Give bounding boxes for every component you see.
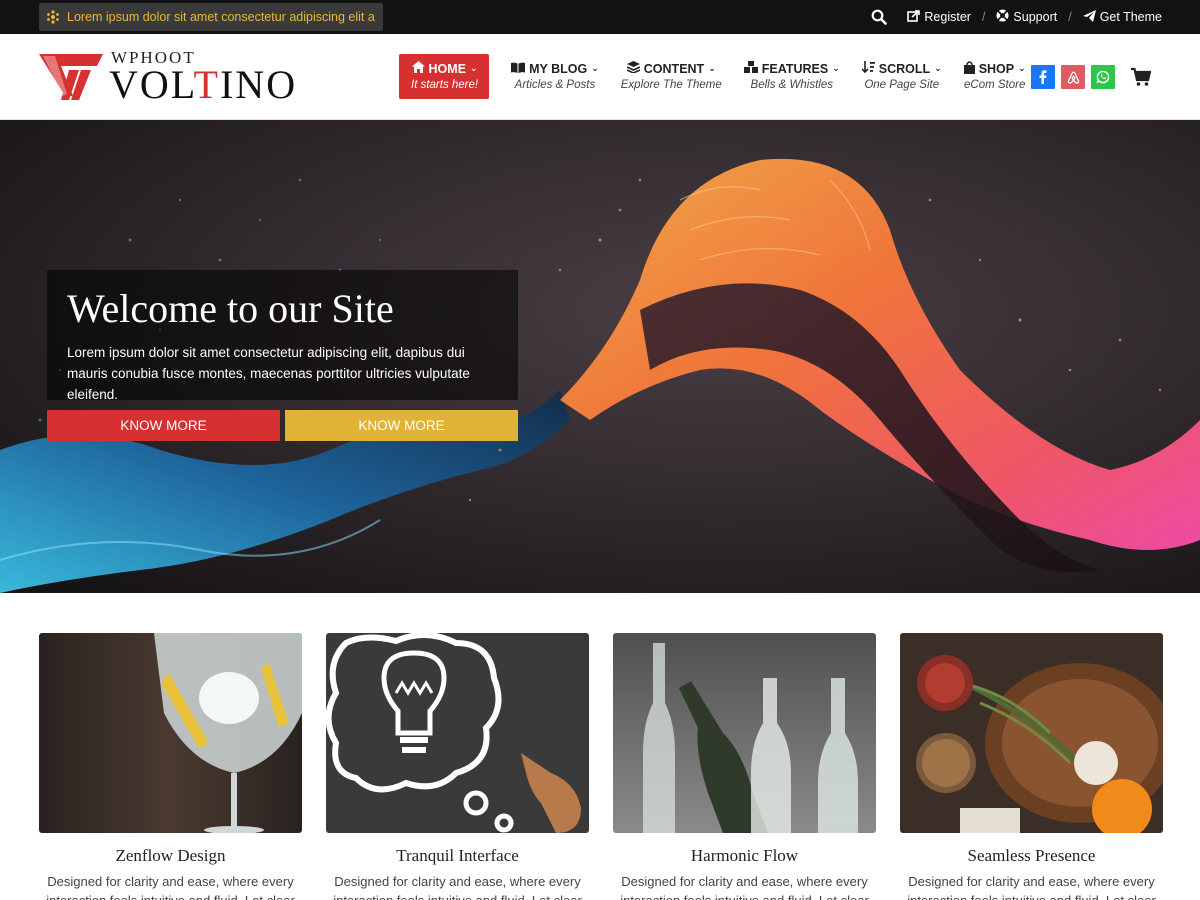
nav-label: SCROLL: [878, 61, 931, 76]
support-link[interactable]: Support: [996, 9, 1057, 25]
nav-sublabel: Articles & Posts: [514, 79, 596, 91]
know-more-button-secondary[interactable]: KNOW MORE: [285, 410, 518, 441]
nav-sublabel: Explore The Theme: [620, 79, 722, 91]
cart-icon[interactable]: [1131, 67, 1152, 87]
logo-title-part: VOL: [109, 62, 194, 107]
get-theme-link[interactable]: Get Theme: [1082, 9, 1162, 25]
nav-label: SHOP: [978, 61, 1015, 76]
nav-sublabel: One Page Site: [864, 79, 940, 91]
logo-title: VOLTINO: [109, 65, 297, 105]
know-more-button[interactable]: KNOW MORE: [47, 410, 280, 441]
facebook-icon[interactable]: [1031, 65, 1055, 89]
announcement-badge: Lorem ipsum dolor sit amet consectetur a…: [39, 3, 383, 31]
site-logo[interactable]: WPHOOT VOLTINO: [39, 49, 297, 105]
main-nav: HOME ⌄ It starts here! MY BLOG ⌄ Article…: [399, 54, 1026, 99]
site-header: WPHOOT VOLTINO HOME ⌄ It starts here! MY…: [0, 34, 1200, 120]
nav-label: CONTENT: [643, 61, 705, 76]
cubes-icon: [743, 61, 758, 76]
sparkle-icon: [45, 9, 61, 25]
separator: /: [981, 10, 986, 24]
top-links: Register / Support / Get Theme: [871, 0, 1162, 34]
card-title: Zenflow Design: [115, 846, 226, 865]
get-theme-label: Get Theme: [1099, 10, 1162, 24]
home-icon: [411, 61, 425, 76]
card-title: Seamless Presence: [967, 846, 1096, 865]
card-image-spices[interactable]: [900, 633, 1163, 833]
register-label: Register: [924, 10, 971, 24]
nav-item-home[interactable]: HOME ⌄ It starts here!: [399, 54, 490, 99]
whatsapp-icon[interactable]: [1091, 65, 1115, 89]
support-icon: [996, 9, 1009, 25]
feature-card: Harmonic Flow Designed for clarity and e…: [613, 633, 876, 900]
nav-item-features[interactable]: FEATURES ⌄ Bells & Whistles: [743, 54, 840, 91]
nav-item-my-blog[interactable]: MY BLOG ⌄ Articles & Posts: [511, 54, 599, 91]
nav-label: FEATURES: [761, 61, 829, 76]
nav-item-scroll[interactable]: SCROLL ⌄ One Page Site: [861, 54, 942, 91]
top-bar: Lorem ipsum dolor sit amet consectetur a…: [0, 0, 1200, 34]
feature-card: Seamless Presence Designed for clarity a…: [900, 633, 1163, 900]
card-image-cocktail[interactable]: [39, 633, 302, 833]
card-image-lightbulb[interactable]: [326, 633, 589, 833]
card-title: Harmonic Flow: [690, 846, 799, 865]
card-description: Designed for clarity and ease, where eve…: [333, 874, 582, 900]
register-link[interactable]: Register: [907, 9, 971, 25]
social-icons: [1031, 65, 1115, 89]
feature-card: Zenflow Design Designed for clarity and …: [39, 633, 302, 900]
nav-item-shop[interactable]: SHOP ⌄ eCom Store: [963, 54, 1026, 91]
logo-title-part: INO: [219, 62, 298, 107]
nav-sublabel: eCom Store: [964, 79, 1026, 91]
separator: /: [1068, 10, 1072, 24]
nav-label: HOME: [428, 61, 467, 76]
logo-title-accent: T: [193, 62, 220, 107]
logo-mark-icon: [39, 54, 103, 100]
hero-description: Lorem ipsum dolor sit amet consectetur a…: [67, 345, 470, 402]
nav-label: MY BLOG: [529, 61, 588, 76]
nav-sublabel: Bells & Whistles: [750, 79, 833, 91]
chevron-down-icon: ⌄: [591, 63, 599, 73]
support-label: Support: [1013, 10, 1058, 24]
chevron-down-icon: ⌄: [934, 63, 942, 73]
search-icon[interactable]: [871, 9, 888, 25]
airbnb-icon[interactable]: [1061, 65, 1085, 89]
book-icon: [511, 62, 526, 76]
hero-slider: Welcome to our Site Lorem ipsum dolor si…: [0, 120, 1200, 593]
nav-sublabel: It starts here!: [411, 79, 479, 91]
card-description: Designed for clarity and ease, where eve…: [46, 874, 295, 900]
announcement-text: Lorem ipsum dolor sit amet consectetur a…: [67, 10, 375, 24]
sort-icon: [861, 61, 875, 76]
paper-plane-icon: [1082, 9, 1096, 25]
card-title: Tranquil Interface: [396, 846, 519, 865]
card-image-bottles[interactable]: [613, 633, 876, 833]
card-description: Designed for clarity and ease, where eve…: [907, 874, 1156, 900]
chevron-down-icon: ⌄: [832, 63, 840, 73]
nav-item-content[interactable]: CONTENT ⌄ Explore The Theme: [621, 54, 722, 91]
card-description: Designed for clarity and ease, where eve…: [620, 874, 869, 900]
chevron-down-icon: ⌄: [470, 63, 478, 73]
register-icon: [907, 9, 921, 25]
hero-title: Welcome to our Site: [67, 286, 394, 331]
feature-card: Tranquil Interface Designed for clarity …: [326, 633, 589, 900]
chevron-down-icon: ⌄: [708, 63, 716, 73]
bag-icon: [963, 60, 975, 77]
chevron-down-icon: ⌄: [1018, 63, 1026, 73]
layers-icon: [626, 61, 641, 76]
